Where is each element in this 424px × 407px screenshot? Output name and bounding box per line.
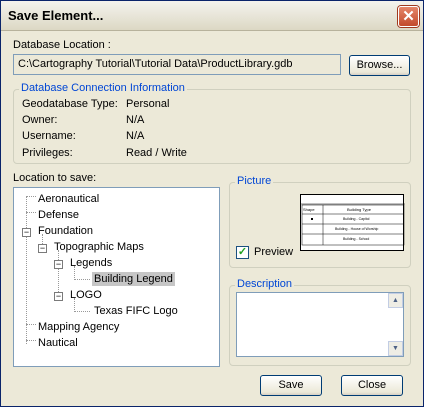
dialog-title: Save Element... (8, 8, 104, 23)
collapse-topographic-maps-icon[interactable]: − (38, 244, 47, 253)
database-location-value: C:\Cartography Tutorial\Tutorial Data\Pr… (18, 58, 293, 70)
database-location-label: Database Location : (13, 39, 111, 51)
privileges-value: Read / Write (126, 147, 187, 159)
tree-node-nautical[interactable]: Nautical (38, 336, 78, 350)
browse-button[interactable]: Browse... (349, 55, 410, 76)
geodatabase-type-label: Geodatabase Type: (22, 98, 118, 110)
preview-header-type: Building Type (347, 207, 371, 212)
save-button[interactable]: Save (260, 375, 322, 396)
collapse-legends-icon[interactable]: − (54, 260, 63, 269)
save-element-dialog: Save Element... ✕ Database Location : C:… (0, 0, 424, 407)
save-button-label: Save (278, 379, 304, 391)
close-window-button[interactable]: ✕ (398, 6, 419, 27)
scroll-down-icon[interactable]: ▼ (388, 341, 403, 356)
legend-table-thumbnail (301, 203, 405, 246)
preview-row-school: Building - School (343, 237, 370, 241)
preview-label: Preview (254, 246, 294, 258)
username-label: Username: (22, 130, 76, 142)
scroll-up-icon[interactable]: ▲ (388, 293, 403, 308)
tree-node-defense[interactable]: Defense (38, 208, 79, 222)
preview-row-worship: Building - House of Worship (335, 227, 379, 231)
tree-node-mapping-agency[interactable]: Mapping Agency (38, 320, 119, 334)
tree-node-topographic-maps[interactable]: Topographic Maps (54, 240, 144, 254)
preview-checkbox[interactable]: ✓ (236, 246, 249, 259)
tree-node-legends[interactable]: Legends (70, 256, 112, 270)
tree-node-building-legend[interactable]: Building Legend (92, 272, 175, 286)
picture-title: Picture (235, 175, 274, 187)
owner-value: N/A (126, 114, 145, 126)
preview-row-capitol: Building - Capitol (343, 217, 370, 221)
location-to-save-label: Location to save: (13, 172, 97, 184)
collapse-foundation-icon[interactable]: − (22, 228, 31, 237)
close-icon: ✕ (402, 8, 415, 25)
close-button[interactable]: Close (341, 375, 403, 396)
title-bar[interactable]: Save Element... ✕ (1, 1, 423, 31)
tree-node-logo[interactable]: LOGO (70, 288, 102, 302)
connection-info-title: Database Connection Information (19, 82, 187, 94)
description-title: Description (235, 278, 295, 290)
geodatabase-type-value: Personal (126, 98, 170, 110)
tree-node-aeronautical[interactable]: Aeronautical (38, 192, 99, 206)
owner-label: Owner: (22, 114, 58, 126)
location-tree[interactable]: Aeronautical Defense − Foundation − Topo… (13, 187, 220, 367)
close-button-label: Close (357, 379, 387, 391)
preview-header-shape: Shape (303, 207, 315, 212)
database-location-field: C:\Cartography Tutorial\Tutorial Data\Pr… (13, 54, 341, 75)
browse-button-label: Browse... (356, 59, 403, 71)
username-value: N/A (126, 130, 145, 142)
privileges-label: Privileges: (22, 147, 73, 159)
tree-node-texas-fifc-logo[interactable]: Texas FIFC Logo (94, 304, 178, 318)
tree-node-foundation[interactable]: Foundation (38, 224, 93, 238)
description-textarea[interactable]: ▲ ▼ (236, 292, 404, 357)
legend-preview-image: Shape Building Type Building - Capitol B… (300, 194, 405, 251)
collapse-logo-icon[interactable]: − (54, 292, 63, 301)
